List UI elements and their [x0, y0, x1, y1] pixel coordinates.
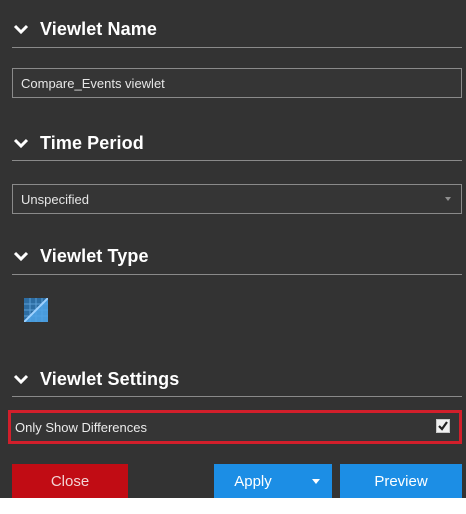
chevron-down-icon — [12, 134, 30, 152]
viewlet-name-value: Compare_Events viewlet — [21, 75, 165, 91]
viewlet-editor-panel: Viewlet Name Compare_Events viewlet Time… — [0, 0, 466, 514]
apply-button-label: Apply — [234, 472, 272, 490]
close-button[interactable]: Close — [12, 464, 128, 498]
grid-diagonal-icon[interactable] — [23, 297, 49, 323]
section-time-period-header[interactable]: Time Period — [12, 128, 462, 158]
section-viewlet-type-header[interactable]: Viewlet Type — [12, 241, 462, 271]
checkmark-icon — [438, 421, 448, 431]
section-divider — [12, 396, 462, 397]
viewlet-name-input[interactable]: Compare_Events viewlet — [12, 68, 462, 98]
section-divider — [12, 274, 462, 275]
close-button-label: Close — [50, 472, 90, 490]
section-title: Viewlet Name — [40, 18, 157, 39]
caret-down-icon — [312, 478, 320, 484]
section-viewlet-name-header[interactable]: Viewlet Name — [12, 14, 462, 44]
chevron-down-icon — [12, 370, 30, 388]
preview-button-label: Preview — [374, 472, 428, 490]
preview-button[interactable]: Preview — [340, 464, 462, 498]
section-divider — [12, 160, 462, 161]
section-viewlet-settings-header[interactable]: Viewlet Settings — [12, 364, 462, 394]
only-show-differences-label: Only Show Differences — [15, 419, 147, 435]
time-period-select[interactable]: Unspecified — [12, 184, 462, 214]
section-title: Time Period — [40, 132, 144, 153]
chevron-down-icon — [12, 20, 30, 38]
time-period-value: Unspecified — [21, 191, 89, 207]
apply-dropdown-button[interactable] — [300, 464, 332, 498]
section-divider — [12, 47, 462, 48]
only-show-differences-row[interactable]: Only Show Differences — [8, 410, 462, 444]
section-title: Viewlet Type — [40, 245, 149, 266]
only-show-differences-checkbox[interactable] — [436, 419, 450, 433]
chevron-down-icon — [12, 247, 30, 265]
section-title: Viewlet Settings — [40, 368, 180, 389]
dropdown-caret-icon — [445, 197, 451, 201]
